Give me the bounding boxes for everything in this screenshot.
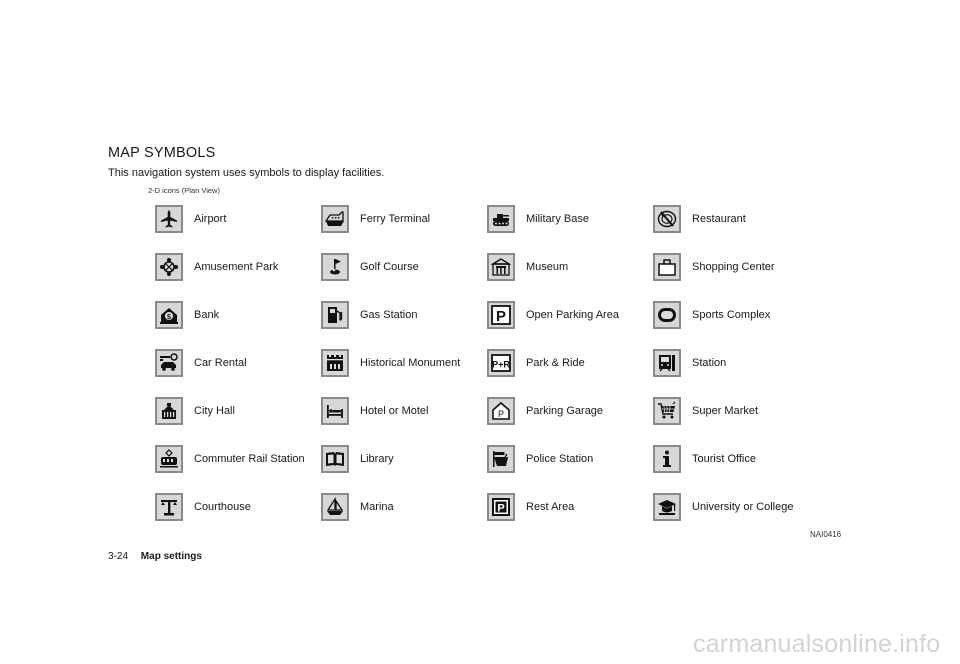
map-symbol-label: Airport [194, 213, 227, 225]
map-symbol-item: Amusement Park [155, 253, 321, 281]
svg-text:P: P [498, 409, 504, 419]
castle-icon [321, 349, 349, 377]
map-symbol-item: Hotel or Motel [321, 397, 487, 425]
figure-caption: 2-D icons (Plan View) [148, 186, 220, 195]
map-symbol-label: Open Parking Area [526, 309, 619, 321]
map-symbol-label: Super Market [692, 405, 759, 417]
map-symbol-item: Station [653, 349, 819, 377]
map-symbol-label: Gas Station [360, 309, 418, 321]
intro-text: This navigation system uses symbols to d… [108, 167, 385, 179]
car-key-icon [155, 349, 183, 377]
map-symbol-label: Commuter Rail Station [194, 453, 305, 465]
map-symbol-label: Restaurant [692, 213, 746, 225]
train-station-icon [653, 349, 681, 377]
section-title: Map settings [140, 551, 202, 562]
graduation-cap-icon [653, 493, 681, 521]
map-symbol-label: Tourist Office [692, 453, 756, 465]
restaurant-icon [653, 205, 681, 233]
ferry-icon [321, 205, 349, 233]
tram-icon [155, 445, 183, 473]
ferris-wheel-icon [155, 253, 183, 281]
map-symbol-label: Bank [194, 309, 220, 321]
map-symbol-item: P Rest Area [487, 493, 653, 521]
map-symbol-label: Sports Complex [692, 309, 771, 321]
map-symbol-label: Historical Monument [360, 357, 461, 369]
map-symbol-item: P+R Park & Ride [487, 349, 653, 377]
dollar-icon: $ [155, 301, 183, 329]
map-symbol-item: Courthouse [155, 493, 321, 521]
map-symbol-label: University or College [692, 501, 794, 513]
map-symbol-label: Car Rental [194, 357, 247, 369]
map-symbol-item: P Parking Garage [487, 397, 653, 425]
map-symbol-label: Military Base [526, 213, 589, 225]
scales-icon [155, 493, 183, 521]
map-symbol-label: Park & Ride [526, 357, 585, 369]
stadium-icon [653, 301, 681, 329]
parking-garage-icon: P [487, 397, 515, 425]
bed-icon [321, 397, 349, 425]
map-symbol-label: Parking Garage [526, 405, 604, 417]
map-symbol-item: Military Base [487, 205, 653, 233]
map-symbol-label: Golf Course [360, 261, 419, 273]
info-icon [653, 445, 681, 473]
sailboat-icon [321, 493, 349, 521]
map-symbol-item: Police Station [487, 445, 653, 473]
book-icon [321, 445, 349, 473]
golf-flag-icon [321, 253, 349, 281]
map-symbol-item: Sports Complex [653, 301, 819, 329]
svg-text:P: P [497, 503, 504, 515]
map-symbol-item: University or College [653, 493, 819, 521]
map-symbol-item: $ Bank [155, 301, 321, 329]
map-symbol-label: Museum [526, 261, 569, 273]
map-symbol-item: Shopping Center [653, 253, 819, 281]
map-symbol-label: Ferry Terminal [360, 213, 431, 225]
map-symbol-label: City Hall [194, 405, 235, 417]
map-symbol-item: Commuter Rail Station [155, 445, 321, 473]
map-symbol-label: Station [692, 357, 727, 369]
map-symbol-item: Gas Station [321, 301, 487, 329]
svg-text:$: $ [167, 314, 171, 321]
tank-icon [487, 205, 515, 233]
map-symbol-item: Ferry Terminal [321, 205, 487, 233]
map-symbol-item: City Hall [155, 397, 321, 425]
map-symbol-item: Historical Monument [321, 349, 487, 377]
map-symbol-label: Courthouse [194, 501, 251, 513]
svg-text:P+R: P+R [492, 360, 510, 370]
map-symbol-label: Amusement Park [194, 261, 279, 273]
figure-code: NAI0416 [810, 530, 842, 539]
map-symbol-item: Super Market [653, 397, 819, 425]
page-footer: 3-24 Map settings [108, 551, 202, 562]
map-symbol-item: Restaurant [653, 205, 819, 233]
svg-text:P: P [496, 308, 506, 325]
shopping-bag-icon [653, 253, 681, 281]
map-symbol-label: Marina [360, 501, 394, 513]
map-symbol-label: Library [360, 453, 394, 465]
page-title: MAP SYMBOLS [108, 145, 216, 161]
shopping-cart-icon [653, 397, 681, 425]
map-symbol-label: Rest Area [526, 501, 575, 513]
map-symbol-item: Library [321, 445, 487, 473]
police-icon [487, 445, 515, 473]
map-symbol-item: Museum [487, 253, 653, 281]
map-symbol-label: Police Station [526, 453, 594, 465]
city-hall-icon [155, 397, 183, 425]
map-symbol-item: Tourist Office [653, 445, 819, 473]
airplane-icon [155, 205, 183, 233]
museum-icon [487, 253, 515, 281]
map-symbol-label: Hotel or Motel [360, 405, 429, 417]
map-symbol-item: Airport [155, 205, 321, 233]
map-symbol-item: Golf Course [321, 253, 487, 281]
park-and-ride-icon: P+R [487, 349, 515, 377]
page-number: 3-24 [108, 551, 129, 562]
watermark: carmanualsonline.info [693, 630, 941, 658]
map-symbol-item: Car Rental [155, 349, 321, 377]
rest-area-icon: P [487, 493, 515, 521]
map-symbol-item: Marina [321, 493, 487, 521]
fuel-pump-icon [321, 301, 349, 329]
parking-icon: P [487, 301, 515, 329]
map-symbol-item: P Open Parking Area [487, 301, 653, 329]
map-symbol-label: Shopping Center [692, 261, 775, 273]
